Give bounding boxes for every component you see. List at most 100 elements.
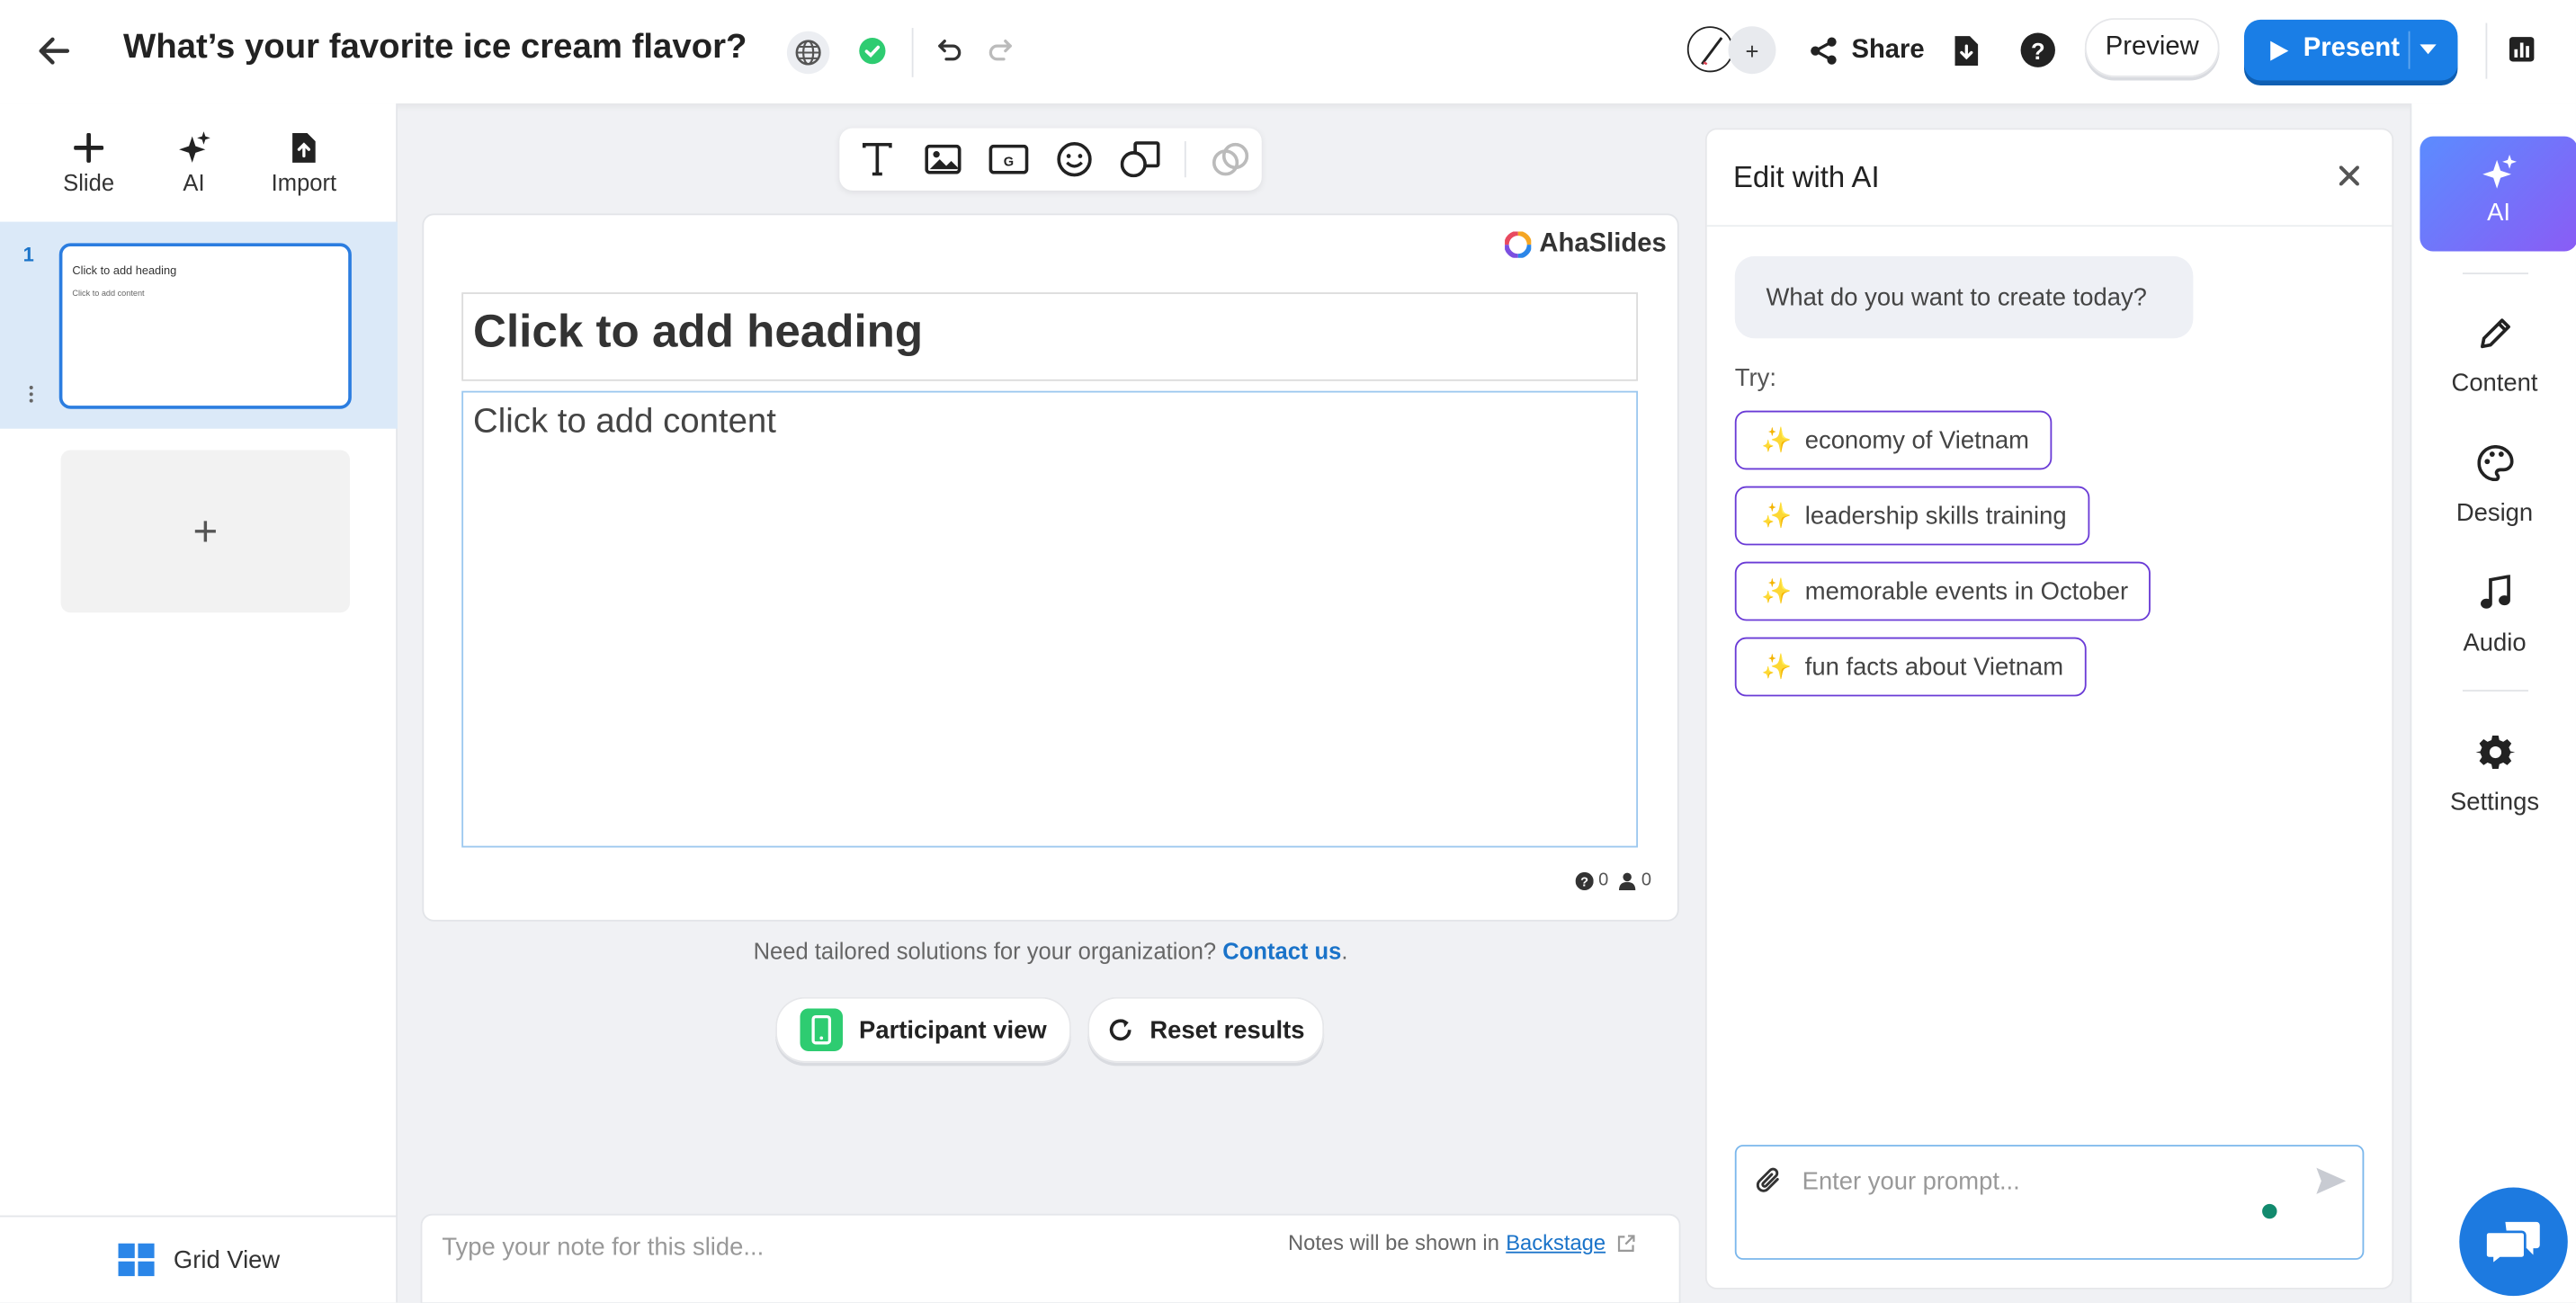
import-tool[interactable]: Import bbox=[266, 127, 342, 196]
rail-audio-button[interactable]: Audio bbox=[2411, 570, 2576, 657]
image-icon[interactable] bbox=[922, 138, 964, 180]
link-icon[interactable] bbox=[1209, 138, 1251, 180]
present-label: Present bbox=[2303, 34, 2400, 63]
sparkle-emoji-icon: ✨ bbox=[1761, 577, 1793, 606]
prompt-box[interactable]: Enter your prompt... bbox=[1734, 1145, 2365, 1260]
rail-design-button[interactable]: Design bbox=[2411, 441, 2576, 528]
sparkle-emoji-icon: ✨ bbox=[1761, 502, 1793, 531]
share-button[interactable]: Share bbox=[1809, 30, 1925, 72]
thumb-content: Click to add content bbox=[72, 289, 145, 299]
phone-icon bbox=[800, 1008, 843, 1051]
thumb-heading: Click to add heading bbox=[72, 265, 177, 278]
emoji-icon[interactable] bbox=[1053, 138, 1096, 180]
rail-content-button[interactable]: Content bbox=[2411, 310, 2576, 397]
right-rail: AI Content Design Audio Settings bbox=[2410, 103, 2576, 1303]
contact-us-link[interactable]: Contact us bbox=[1222, 938, 1341, 964]
rail-settings-button[interactable]: Settings bbox=[2411, 729, 2576, 817]
add-slide-button[interactable]: + bbox=[60, 450, 351, 613]
text-icon[interactable] bbox=[856, 138, 899, 180]
slide-stats: ? 0 0 bbox=[1575, 870, 1652, 890]
rail-ai-button[interactable]: AI bbox=[2419, 136, 2576, 252]
suggestion-chip[interactable]: ✨ economy of Vietnam bbox=[1734, 410, 2053, 470]
rail-label: Audio bbox=[2463, 629, 2527, 657]
notes-input[interactable]: Type your note for this slide... bbox=[442, 1234, 764, 1262]
status-dot bbox=[2262, 1203, 2277, 1219]
grid-view-label: Grid View bbox=[173, 1245, 281, 1274]
shapes-icon[interactable] bbox=[1119, 138, 1161, 180]
results-chart-icon[interactable] bbox=[2507, 34, 2536, 64]
gear-icon bbox=[2411, 729, 2576, 775]
participant-view-button[interactable]: Participant view bbox=[775, 996, 1071, 1063]
ai-panel: Edit with AI What do you want to create … bbox=[1706, 129, 2393, 1288]
paperclip-icon[interactable] bbox=[1756, 1166, 1783, 1196]
chevron-down-icon[interactable] bbox=[2419, 42, 2438, 56]
suggestion-chip[interactable]: ✨ fun facts about Vietnam bbox=[1734, 637, 2087, 697]
brand-logo: AhaSlides bbox=[1505, 230, 1667, 260]
grid-icon bbox=[117, 1243, 155, 1277]
sparkle-emoji-icon: ✨ bbox=[1761, 426, 1793, 455]
preview-button[interactable]: Preview bbox=[2084, 18, 2220, 77]
footer-note: Need tailored solutions for your organiz… bbox=[753, 937, 1348, 965]
participant-count: 0 bbox=[1641, 870, 1652, 890]
slide-number: 1 bbox=[22, 243, 34, 266]
avatar[interactable] bbox=[1686, 26, 1733, 73]
brand-name: AhaSlides bbox=[1539, 229, 1667, 258]
sparkles-icon bbox=[2419, 137, 2576, 191]
tool-label: Import bbox=[271, 169, 337, 196]
backstage-link[interactable]: Backstage bbox=[1506, 1230, 1606, 1254]
reset-results-button[interactable]: Reset results bbox=[1087, 996, 1325, 1063]
palette-icon bbox=[2411, 441, 2576, 486]
slide-content-input[interactable]: Click to add content bbox=[461, 390, 1639, 848]
grid-view-button[interactable]: Grid View bbox=[0, 1215, 398, 1303]
undo-icon[interactable] bbox=[933, 33, 966, 67]
download-icon[interactable] bbox=[1950, 31, 1983, 71]
presentation-title[interactable]: What’s your favorite ice cream flavor? bbox=[123, 28, 747, 67]
plus-icon bbox=[54, 127, 123, 169]
ai-tool[interactable]: AI bbox=[165, 127, 224, 195]
play-icon bbox=[2270, 40, 2289, 61]
reset-results-label: Reset results bbox=[1149, 1015, 1305, 1044]
prompt-input[interactable]: Enter your prompt... bbox=[1802, 1168, 2020, 1196]
add-collaborator-button[interactable]: + bbox=[1728, 26, 1776, 75]
slide-heading-input[interactable]: Click to add heading bbox=[461, 292, 1639, 381]
redo-icon[interactable] bbox=[984, 33, 1017, 67]
question-count: 0 bbox=[1598, 870, 1609, 890]
ahaslides-logo-icon bbox=[1505, 231, 1532, 258]
sparkles-icon bbox=[165, 127, 224, 169]
chat-icon bbox=[2485, 1221, 2540, 1267]
slide-notes[interactable]: Type your note for this slide... Notes w… bbox=[422, 1215, 1679, 1303]
suggestion-chip[interactable]: ✨ memorable events in October bbox=[1734, 561, 2151, 621]
rail-label: Design bbox=[2455, 499, 2534, 528]
pencil-icon bbox=[2411, 310, 2576, 356]
question-icon: ? bbox=[1575, 870, 1594, 890]
close-icon[interactable] bbox=[2336, 163, 2362, 189]
send-icon[interactable] bbox=[2315, 1166, 2348, 1196]
slide-thumbnail[interactable]: Click to add heading Click to add conten… bbox=[58, 243, 352, 409]
svg-text:G: G bbox=[1004, 155, 1014, 169]
music-note-icon bbox=[2411, 570, 2576, 616]
rail-label: Content bbox=[2451, 369, 2538, 398]
ai-panel-title: Edit with AI bbox=[1732, 160, 1880, 194]
saved-check-icon bbox=[859, 38, 886, 65]
suggestion-chip[interactable]: ✨ leadership skills training bbox=[1734, 486, 2090, 546]
add-slide-tool[interactable]: Slide bbox=[54, 127, 123, 196]
top-bar: What’s your favorite ice cream flavor? +… bbox=[0, 0, 2576, 104]
import-file-icon bbox=[266, 127, 342, 169]
tool-label: Slide bbox=[63, 169, 115, 196]
gif-icon[interactable]: G bbox=[988, 138, 1030, 180]
participant-view-label: Participant view bbox=[859, 1015, 1047, 1044]
present-button[interactable]: Present bbox=[2243, 19, 2458, 81]
back-arrow-icon[interactable] bbox=[33, 30, 76, 72]
drag-handle-icon[interactable] bbox=[26, 384, 36, 404]
help-icon[interactable]: ? bbox=[2020, 32, 2055, 67]
try-label: Try: bbox=[1734, 364, 1776, 393]
divider bbox=[911, 28, 914, 77]
globe-icon[interactable] bbox=[786, 31, 830, 75]
insert-toolbar: G bbox=[839, 128, 1262, 191]
ai-chat-bubble: What do you want to create today? bbox=[1734, 255, 2194, 339]
notes-info: Notes will be shown in Backstage bbox=[1288, 1230, 1637, 1254]
share-icon bbox=[1811, 37, 1837, 65]
external-link-icon bbox=[1618, 1234, 1636, 1252]
chat-support-button[interactable] bbox=[2459, 1187, 2568, 1297]
ai-panel-header: Edit with AI bbox=[1706, 129, 2393, 228]
